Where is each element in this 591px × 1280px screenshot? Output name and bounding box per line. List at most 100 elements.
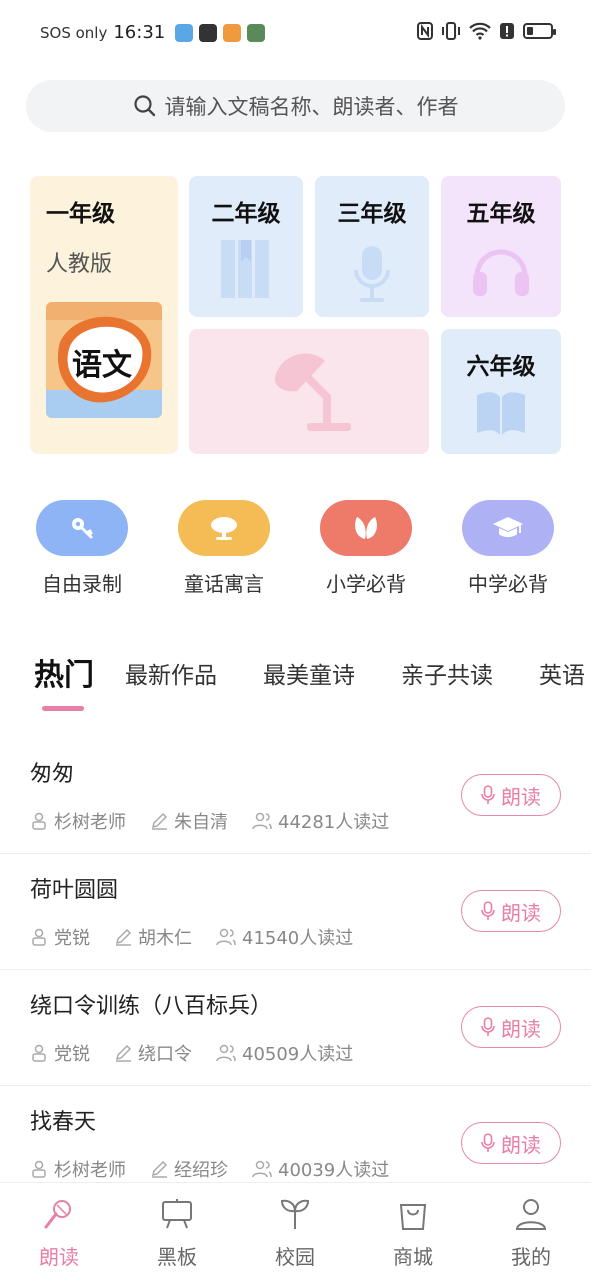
item-reads: 40509人读过 xyxy=(242,1044,354,1065)
shopping-bag-icon xyxy=(399,1204,427,1230)
sprout-icon xyxy=(280,1199,310,1229)
item-author: 绕口令 xyxy=(138,1044,192,1065)
item-title: 绕口令训练（八百标兵） xyxy=(30,994,273,1019)
read-aloud-button[interactable]: 朗读 xyxy=(461,774,561,816)
item-reads: 44281人读过 xyxy=(278,812,390,833)
grade-3-card[interactable]: 三年级 xyxy=(315,176,429,317)
tab-parent-child-reading[interactable]: 亲子共读 xyxy=(401,656,493,690)
battery-icon xyxy=(523,23,556,39)
blackboard-icon xyxy=(162,1199,192,1229)
nav-read[interactable]: 朗读 xyxy=(19,1197,99,1270)
nav-blackboard[interactable]: 黑板 xyxy=(137,1197,217,1270)
category-primary-must-recite[interactable]: 小学必背 xyxy=(301,500,431,597)
search-bar[interactable]: 请输入文稿名称、朗读者、作者 xyxy=(26,80,565,132)
pen-icon xyxy=(115,1044,132,1062)
nfc-icon xyxy=(417,22,433,40)
clock: 16:31 xyxy=(113,22,166,43)
search-placeholder: 请输入文稿名称、朗读者、作者 xyxy=(164,95,459,119)
item-author: 胡木仁 xyxy=(138,928,192,949)
microphone-icon xyxy=(481,1133,495,1152)
people-icon xyxy=(216,928,236,946)
reader-icon xyxy=(32,812,46,830)
item-reader: 杉树老师 xyxy=(54,1160,126,1181)
list-item[interactable]: 荷叶圆圆 党锐 胡木仁 41540人读过 朗读 xyxy=(0,854,591,970)
tab-latest-works[interactable]: 最新作品 xyxy=(125,656,217,690)
vibrate-icon xyxy=(442,22,460,40)
category-label: 中学必背 xyxy=(468,572,548,596)
reader-icon xyxy=(32,1160,46,1178)
category-free-record[interactable]: 自由录制 xyxy=(17,500,147,597)
read-button-label: 朗读 xyxy=(501,900,541,925)
tab-hot[interactable]: 热门 xyxy=(34,650,94,694)
microphone-icon xyxy=(481,901,495,920)
grade-3-title: 三年级 xyxy=(337,201,407,227)
category-label: 小学必背 xyxy=(326,572,406,596)
search-icon xyxy=(133,95,155,117)
read-button-label: 朗读 xyxy=(501,1132,541,1157)
books-icon xyxy=(221,240,269,298)
grade-6-card[interactable]: 六年级 xyxy=(441,329,561,454)
nav-mine[interactable]: 我的 xyxy=(491,1197,571,1270)
tree-icon xyxy=(178,500,270,556)
read-aloud-button[interactable]: 朗读 xyxy=(461,1006,561,1048)
grade-1-edition: 人教版 xyxy=(46,252,113,277)
category-label: 童话寓言 xyxy=(184,572,264,596)
leaf-icon xyxy=(320,500,412,556)
item-author: 朱自清 xyxy=(174,812,228,833)
category-middle-must-recite[interactable]: 中学必背 xyxy=(443,500,573,597)
status-bar: SOS only 16:31 xyxy=(0,0,591,66)
textbook-title: 语文 xyxy=(72,348,132,383)
category-label: 自由录制 xyxy=(42,572,122,596)
nav-label: 商城 xyxy=(393,1245,433,1269)
nav-label: 黑板 xyxy=(157,1245,197,1269)
content-tabs: 热门 最新作品 最美童诗 亲子共读 英语 xyxy=(34,650,591,710)
grade-1-title: 一年级 xyxy=(46,201,115,227)
pen-icon xyxy=(151,1160,168,1178)
nav-mall[interactable]: 商城 xyxy=(373,1197,453,1270)
people-icon xyxy=(216,1044,236,1062)
headphones-icon xyxy=(473,249,529,296)
active-tab-indicator xyxy=(42,706,84,711)
item-title: 找春天 xyxy=(30,1110,97,1135)
user-icon xyxy=(515,1199,547,1230)
chinese-textbook-cover: 语文 xyxy=(46,302,162,418)
notification-app-icon xyxy=(175,23,194,42)
read-aloud-button[interactable]: 朗读 xyxy=(461,1122,561,1164)
people-icon xyxy=(252,1160,272,1178)
upload-notification-icon xyxy=(199,23,218,42)
carrier-text: SOS only xyxy=(40,23,108,42)
desk-lamp-icon xyxy=(274,353,351,431)
tab-best-poems[interactable]: 最美童诗 xyxy=(263,656,355,690)
reader-icon xyxy=(32,1044,46,1062)
grade-1-card[interactable]: 一年级 人教版 语文 xyxy=(30,176,178,454)
grade-2-title: 二年级 xyxy=(211,201,281,227)
item-reader: 党锐 xyxy=(54,1044,90,1065)
reading-app-icon xyxy=(223,23,242,42)
alert-icon xyxy=(500,23,514,39)
category-fairy-tales[interactable]: 童话寓言 xyxy=(159,500,289,597)
item-title: 荷叶圆圆 xyxy=(30,878,119,903)
read-aloud-button[interactable]: 朗读 xyxy=(461,890,561,932)
pen-icon xyxy=(151,812,168,830)
tab-english[interactable]: 英语 xyxy=(539,656,585,690)
item-reads: 41540人读过 xyxy=(242,928,354,949)
list-item[interactable]: 匆匆 杉树老师 朱自清 44281人读过 朗读 xyxy=(0,738,591,854)
read-button-label: 朗读 xyxy=(501,784,541,809)
nav-label: 朗读 xyxy=(39,1245,79,1269)
nav-campus[interactable]: 校园 xyxy=(255,1197,335,1270)
key-icon xyxy=(36,500,128,556)
grade-4-card[interactable] xyxy=(189,329,429,454)
people-icon xyxy=(252,812,272,830)
item-reader: 杉树老师 xyxy=(54,812,126,833)
nav-label: 我的 xyxy=(511,1245,551,1269)
item-author: 经绍珍 xyxy=(174,1160,228,1181)
item-reader: 党锐 xyxy=(54,928,90,949)
grade-5-card[interactable]: 五年级 xyxy=(441,176,561,317)
green-app-icon xyxy=(247,23,266,42)
microphone-nav-icon xyxy=(44,1200,71,1229)
microphone-icon xyxy=(354,246,390,302)
list-item[interactable]: 绕口令训练（八百标兵） 党锐 绕口令 40509人读过 朗读 xyxy=(0,970,591,1086)
grade-6-title: 六年级 xyxy=(466,354,536,380)
grade-2-card[interactable]: 二年级 xyxy=(189,176,303,317)
microphone-icon xyxy=(481,785,495,804)
